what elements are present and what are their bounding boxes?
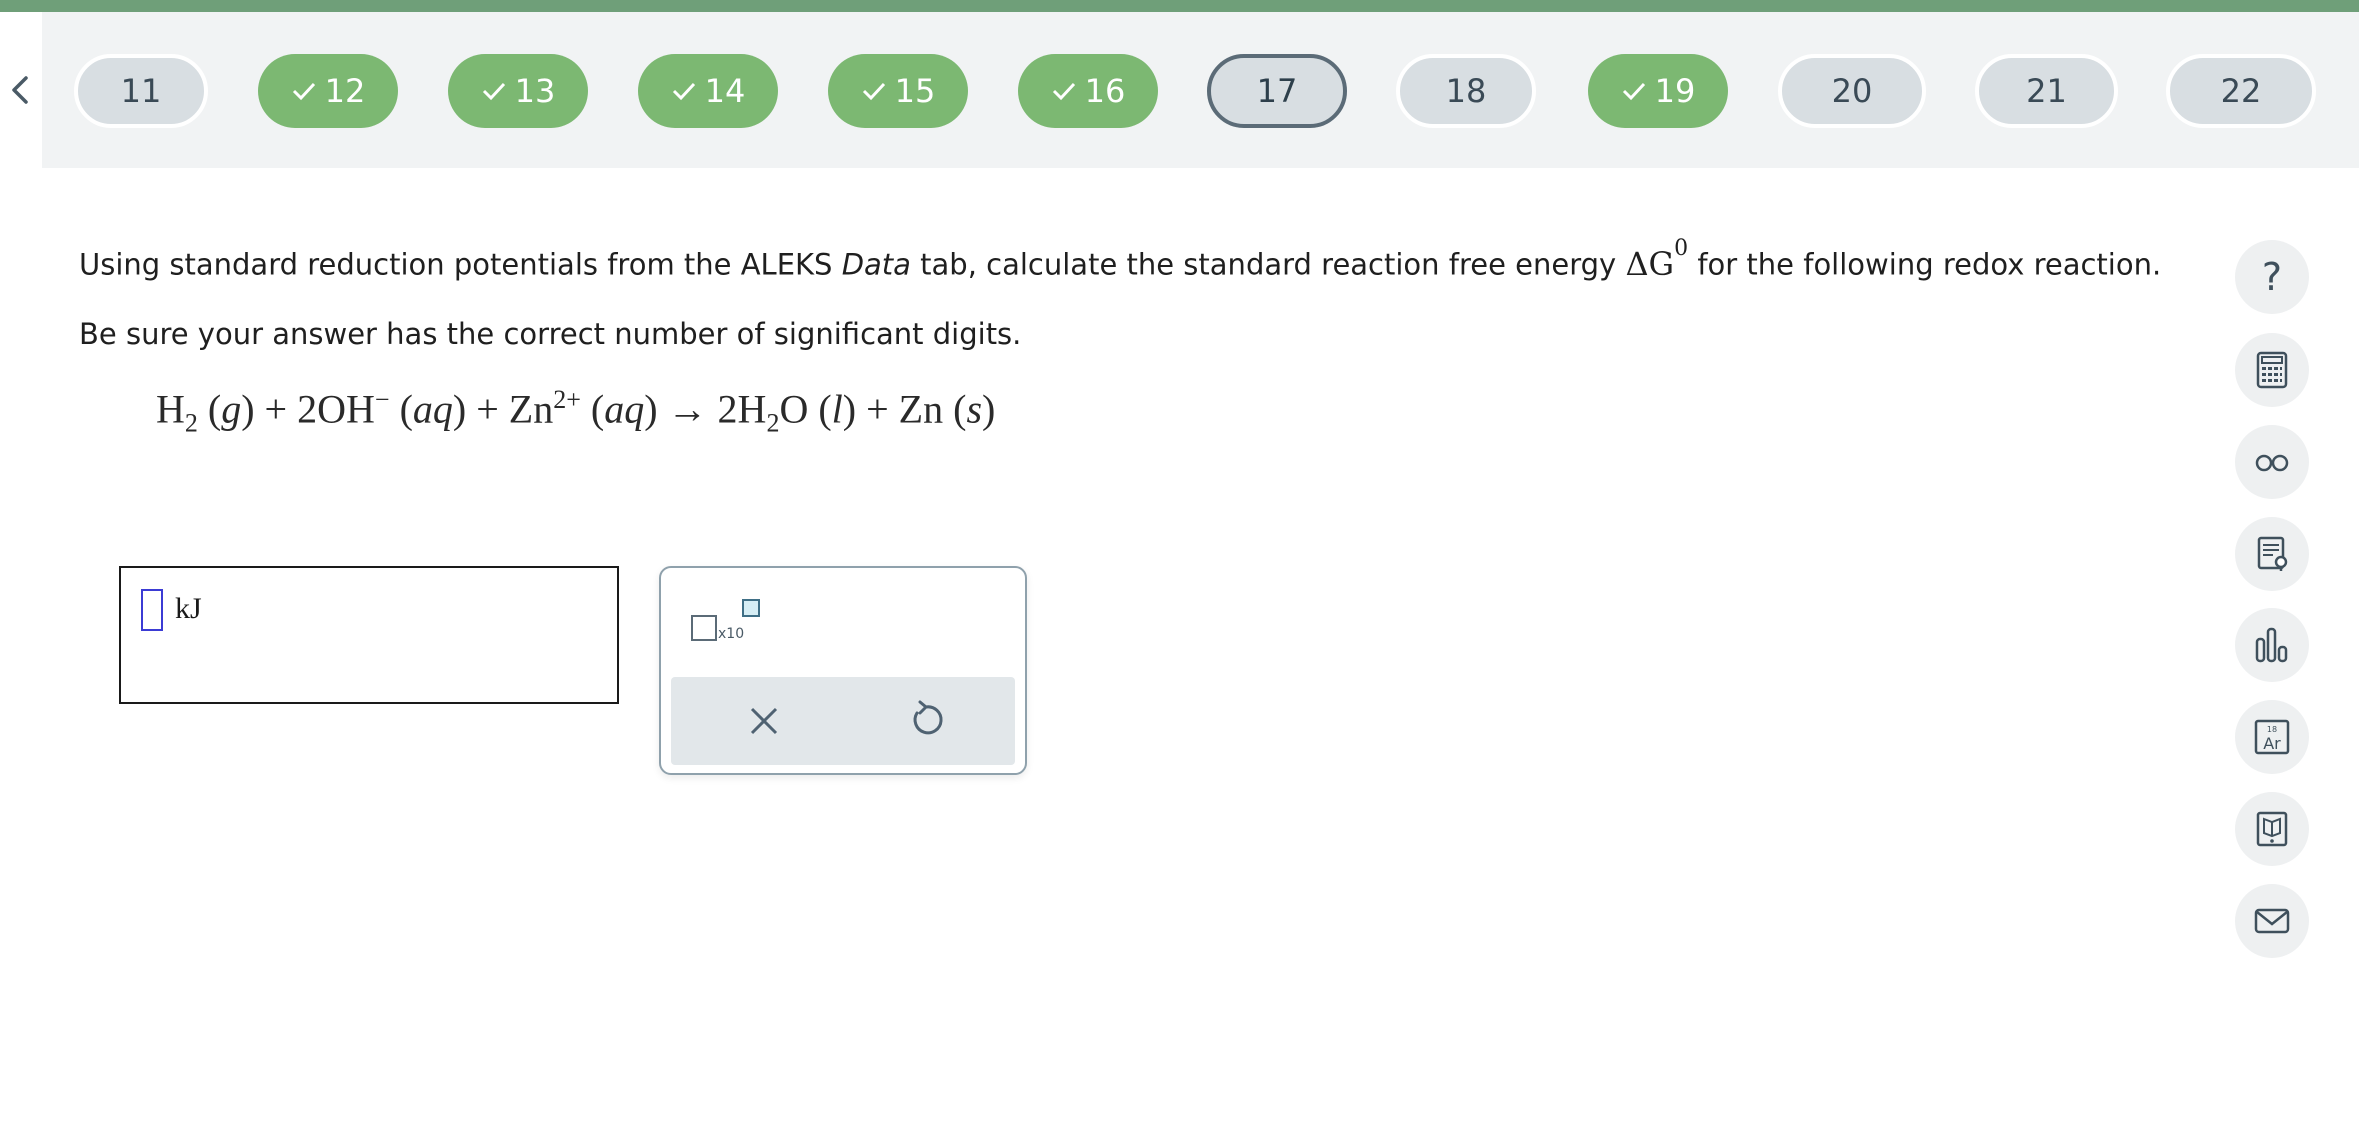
- question-13-button[interactable]: 13: [448, 54, 588, 128]
- question-prompt: Using standard reduction potentials from…: [79, 236, 2162, 283]
- clear-button[interactable]: [742, 699, 786, 743]
- chemical-equation: H2 (g) + 2OH− (aq) + Zn2+ (aq) → 2H2O (l…: [156, 385, 996, 438]
- periodic-table-button[interactable]: 18 Ar: [2235, 700, 2309, 774]
- answer-input-field[interactable]: [141, 589, 163, 631]
- question-number: 14: [704, 72, 746, 110]
- glasses-icon: [2255, 454, 2289, 472]
- check-icon: [292, 82, 315, 101]
- question-17-button[interactable]: 17: [1207, 54, 1347, 128]
- delta-g-symbol: ΔG0: [1625, 236, 1689, 283]
- message-button[interactable]: [2235, 884, 2309, 958]
- x10-label: x10: [718, 626, 744, 642]
- question-16-button[interactable]: 16: [1018, 54, 1158, 128]
- question-number: 11: [120, 72, 162, 110]
- calculator-icon: [2256, 351, 2288, 389]
- notes-icon: [2257, 536, 2288, 571]
- question-18-button[interactable]: 18: [1396, 54, 1536, 128]
- question-number: 17: [1256, 72, 1298, 110]
- question-number: 22: [2220, 72, 2262, 110]
- check-icon: [1622, 82, 1645, 101]
- question-number: 12: [324, 72, 366, 110]
- undo-icon: [913, 700, 943, 735]
- check-icon: [482, 82, 505, 101]
- question-number: 15: [894, 72, 936, 110]
- chevron-left-icon: [12, 76, 28, 104]
- question-12-button[interactable]: 12: [258, 54, 398, 128]
- undo-button[interactable]: [903, 697, 949, 743]
- book-button[interactable]: [2235, 792, 2309, 866]
- scientific-notation-icon: x10: [691, 599, 760, 642]
- reading-glasses-button[interactable]: [2235, 425, 2309, 499]
- check-icon: [672, 82, 695, 101]
- check-icon: [1052, 82, 1075, 101]
- top-progress-strip: [0, 0, 2359, 12]
- nav-back-button[interactable]: [6, 72, 36, 108]
- question-number: 18: [1445, 72, 1487, 110]
- tool-actions-bar: [671, 677, 1015, 765]
- question-21-button[interactable]: 21: [1975, 54, 2118, 128]
- question-number: 19: [1654, 72, 1696, 110]
- calculator-button[interactable]: [2235, 333, 2309, 407]
- question-11-button[interactable]: 11: [74, 54, 208, 128]
- scientific-notation-button[interactable]: x10: [691, 598, 761, 648]
- question-number: 21: [2026, 72, 2067, 110]
- question-19-button[interactable]: 19: [1588, 54, 1728, 128]
- help-icon: ?: [2261, 255, 2283, 299]
- question-number: 20: [1831, 72, 1873, 110]
- book-icon: [2256, 811, 2288, 847]
- question-number: 13: [514, 72, 556, 110]
- answer-input-box[interactable]: kJ: [119, 566, 619, 704]
- close-icon: [750, 707, 778, 735]
- check-icon: [862, 82, 885, 101]
- notes-button[interactable]: [2235, 517, 2309, 591]
- mail-icon: [2254, 908, 2290, 934]
- data-tab-reference: Data: [841, 247, 911, 282]
- svg-text:18: 18: [2267, 725, 2277, 734]
- svg-text:Ar: Ar: [2263, 734, 2281, 753]
- chart-icon: [2255, 627, 2288, 663]
- math-tool-panel: x10: [659, 566, 1027, 775]
- instruction-text: Be sure your answer has the correct numb…: [79, 317, 1022, 351]
- chart-button[interactable]: [2235, 608, 2309, 682]
- help-button[interactable]: ?: [2235, 240, 2309, 314]
- question-22-button[interactable]: 22: [2166, 54, 2316, 128]
- question-20-button[interactable]: 20: [1778, 54, 1926, 128]
- periodic-table-icon: 18 Ar: [2254, 719, 2290, 755]
- question-14-button[interactable]: 14: [638, 54, 778, 128]
- answer-unit: kJ: [175, 592, 202, 625]
- question-15-button[interactable]: 15: [828, 54, 968, 128]
- question-number: 16: [1084, 72, 1126, 110]
